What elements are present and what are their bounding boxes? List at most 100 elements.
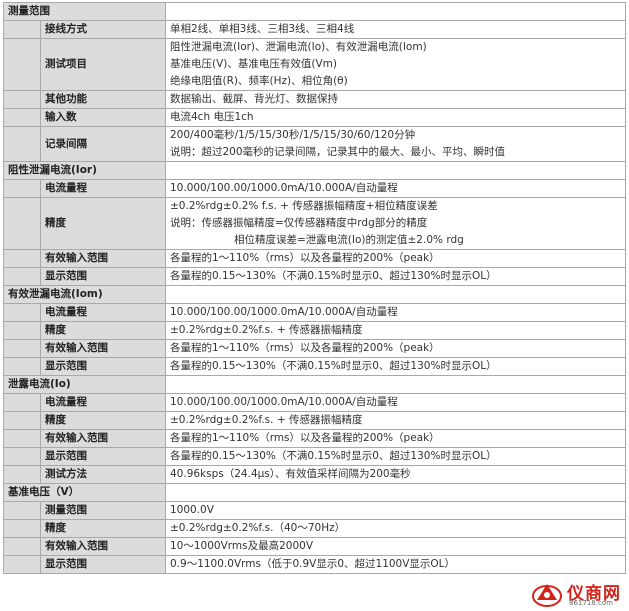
spec-value: 200/400毫秒/1/5/15/30秒/1/5/15/30/60/120分钟说… xyxy=(165,126,626,162)
spec-row: 有效输入范围 各量程的1～110%（rms）以及各量程的200%（peak） xyxy=(3,429,626,448)
spec-row: 精度 ±0.2%rdg±0.2%f.s. + 传感器振幅精度 xyxy=(3,411,626,430)
spec-value: 阻性泄漏电流(Ior)、泄漏电流(Io)、有效泄漏电流(Iom) 基准电压(V)、… xyxy=(165,38,626,91)
spec-label: 测试方法 xyxy=(40,465,166,484)
spec-value-line: 各量程的0.15～130%（不满0.15%时显示0、超过130%时显示OL） xyxy=(170,270,497,282)
spec-label: 显示范围 xyxy=(40,447,166,466)
indent-cell xyxy=(3,321,41,340)
spec-value-line: 电流4ch 电压1ch xyxy=(170,111,254,123)
spec-label: 有效输入范围 xyxy=(40,537,166,556)
spec-row: 显示范围 各量程的0.15～130%（不满0.15%时显示0、超过130%时显示O… xyxy=(3,267,626,286)
watermark: 仪商网 861718.com xyxy=(531,579,623,609)
spec-value: ±0.2%rdg±0.2% f.s. + 传感器振幅精度+相位精度误差 说明：传感… xyxy=(165,197,626,250)
spec-value-line: 10.000/100.00/1000.0mA/10.000A/自动量程 xyxy=(170,182,398,194)
spec-value: 40.96ksps（24.4μs）、有效值采样间隔为200毫秒 xyxy=(165,465,626,484)
indent-cell xyxy=(3,447,41,466)
spec-value-line: 10.000/100.00/1000.0mA/10.000A/自动量程 xyxy=(170,306,398,318)
indent-cell xyxy=(3,339,41,358)
spec-value-line: ±0.2%rdg±0.2% f.s. + 传感器振幅精度+相位精度误差 xyxy=(170,200,438,212)
spec-value: 单相2线、单相3线、三相3线、三相4线 xyxy=(165,20,626,39)
watermark-url: 861718.com xyxy=(569,599,613,607)
spec-label: 电流量程 xyxy=(40,393,166,412)
indent-cell xyxy=(3,519,41,538)
spec-value-line: 1000.0V xyxy=(170,504,214,516)
spec-label: 接线方式 xyxy=(40,20,166,39)
spec-value: 各量程的0.15～130%（不满0.15%时显示0、超过130%时显示OL） xyxy=(165,447,626,466)
spec-row: 精度 ±0.2%rdg±0.2% f.s. + 传感器振幅精度+相位精度误差 说明：… xyxy=(3,197,626,250)
section-header-value xyxy=(165,483,626,502)
spec-row: 测试方法 40.96ksps（24.4μs）、有效值采样间隔为200毫秒 xyxy=(3,465,626,484)
spec-label: 精度 xyxy=(40,321,166,340)
spec-value-line: 单相2线、单相3线、三相3线、三相4线 xyxy=(170,23,355,35)
spec-value-line: 200/400毫秒/1/5/15/30秒/1/5/15/30/60/120分钟 xyxy=(170,129,416,141)
spec-value-line: 各量程的1～110%（rms）以及各量程的200%（peak） xyxy=(170,342,440,354)
spec-value: 各量程的0.15～130%（不满0.15%时显示0、超过130%时显示OL） xyxy=(165,357,626,376)
spec-value-line: 40.96ksps（24.4μs）、有效值采样间隔为200毫秒 xyxy=(170,468,411,480)
spec-value: 电流4ch 电压1ch xyxy=(165,108,626,127)
indent-cell xyxy=(3,90,41,109)
spec-value-line: 各量程的1～110%（rms）以及各量程的200%（peak） xyxy=(170,252,440,264)
spec-value-line: 各量程的1～110%（rms）以及各量程的200%（peak） xyxy=(170,432,440,444)
spec-row: 电流量程 10.000/100.00/1000.0mA/10.000A/自动量程 xyxy=(3,303,626,322)
section-header-row: 泄露电流(Io) xyxy=(3,375,626,394)
section-header-row: 基准电压（V） xyxy=(3,483,626,502)
spec-label: 有效输入范围 xyxy=(40,429,166,448)
spec-value-line: ±0.2%rdg±0.2%f.s.（40～70Hz） xyxy=(170,522,346,534)
spec-row: 其他功能 数据输出、截屏、背光灯、数据保持 xyxy=(3,90,626,109)
section-header-value xyxy=(165,285,626,304)
spec-row: 输入数 电流4ch 电压1ch xyxy=(3,108,626,127)
indent-cell xyxy=(3,108,41,127)
spec-value-line: 阻性泄漏电流(Ior)、泄漏电流(Io)、有效泄漏电流(Iom) xyxy=(170,41,427,53)
spec-label: 有效输入范围 xyxy=(40,339,166,358)
spec-label: 测试项目 xyxy=(40,38,166,91)
spec-value: ±0.2%rdg±0.2%f.s. + 传感器振幅精度 xyxy=(165,411,626,430)
spec-value-line: ±0.2%rdg±0.2%f.s. + 传感器振幅精度 xyxy=(170,414,363,426)
spec-label: 电流量程 xyxy=(40,303,166,322)
spec-row: 显示范围 各量程的0.15～130%（不满0.15%时显示0、超过130%时显示O… xyxy=(3,447,626,466)
section-header-row: 阻性泄漏电流(Ior) xyxy=(3,161,626,180)
spec-row: 有效输入范围 各量程的1～110%（rms）以及各量程的200%（peak） xyxy=(3,339,626,358)
spec-label: 显示范围 xyxy=(40,555,166,574)
spec-value: 各量程的1～110%（rms）以及各量程的200%（peak） xyxy=(165,339,626,358)
indent-cell xyxy=(3,465,41,484)
spec-value: ±0.2%rdg±0.2%f.s. + 传感器振幅精度 xyxy=(165,321,626,340)
spec-label: 输入数 xyxy=(40,108,166,127)
section-title: 有效泄漏电流(Iom) xyxy=(3,285,166,304)
spec-label: 显示范围 xyxy=(40,357,166,376)
indent-cell xyxy=(3,179,41,198)
spec-row: 电流量程 10.000/100.00/1000.0mA/10.000A/自动量程 xyxy=(3,393,626,412)
indent-cell xyxy=(3,20,41,39)
spec-table-body: 测量范围 接线方式 单相2线、单相3线、三相3线、三相4线 测试项目 阻性泄漏电流(Io… xyxy=(3,2,626,574)
section-title: 阻性泄漏电流(Ior) xyxy=(3,161,166,180)
spec-row: 记录间隔 200/400毫秒/1/5/15/30秒/1/5/15/30/60/12… xyxy=(3,126,626,162)
spec-value-line: 数据输出、截屏、背光灯、数据保持 xyxy=(170,93,338,105)
spec-label: 记录间隔 xyxy=(40,126,166,162)
spec-label: 显示范围 xyxy=(40,267,166,286)
spec-label: 电流量程 xyxy=(40,179,166,198)
spec-label: 其他功能 xyxy=(40,90,166,109)
section-title: 基准电压（V） xyxy=(3,483,166,502)
indent-cell xyxy=(3,267,41,286)
section-header-row: 测量范围 xyxy=(3,2,626,21)
spec-row: 显示范围 各量程的0.15～130%（不满0.15%时显示0、超过130%时显示O… xyxy=(3,357,626,376)
section-header-row: 有效泄漏电流(Iom) xyxy=(3,285,626,304)
spec-value-line: 各量程的0.15～130%（不满0.15%时显示0、超过130%时显示OL） xyxy=(170,450,497,462)
section-header-value xyxy=(165,375,626,394)
indent-cell xyxy=(3,249,41,268)
spec-row: 电流量程 10.000/100.00/1000.0mA/10.000A/自动量程 xyxy=(3,179,626,198)
indent-cell xyxy=(3,303,41,322)
indent-cell xyxy=(3,126,41,162)
spec-value: 10.000/100.00/1000.0mA/10.000A/自动量程 xyxy=(165,303,626,322)
spec-row: 测量范围 1000.0V xyxy=(3,501,626,520)
section-header-value xyxy=(165,2,626,21)
indent-cell xyxy=(3,537,41,556)
spec-label: 精度 xyxy=(40,519,166,538)
spec-value: 10.000/100.00/1000.0mA/10.000A/自动量程 xyxy=(165,179,626,198)
spec-value: 1000.0V xyxy=(165,501,626,520)
indent-cell xyxy=(3,393,41,412)
spec-value-line: 10.000/100.00/1000.0mA/10.000A/自动量程 xyxy=(170,396,398,408)
section-title: 泄露电流(Io) xyxy=(3,375,166,394)
spec-value: 各量程的0.15～130%（不满0.15%时显示0、超过130%时显示OL） xyxy=(165,267,626,286)
spec-row: 接线方式 单相2线、单相3线、三相3线、三相4线 xyxy=(3,20,626,39)
spec-value-line: 说明：超过200毫秒的记录间隔，记录其中的最大、最小、平均、瞬时值 xyxy=(170,146,506,158)
spec-value-line: 说明：传感器振幅精度=仅传感器精度中rdg部分的精度 xyxy=(170,217,428,229)
